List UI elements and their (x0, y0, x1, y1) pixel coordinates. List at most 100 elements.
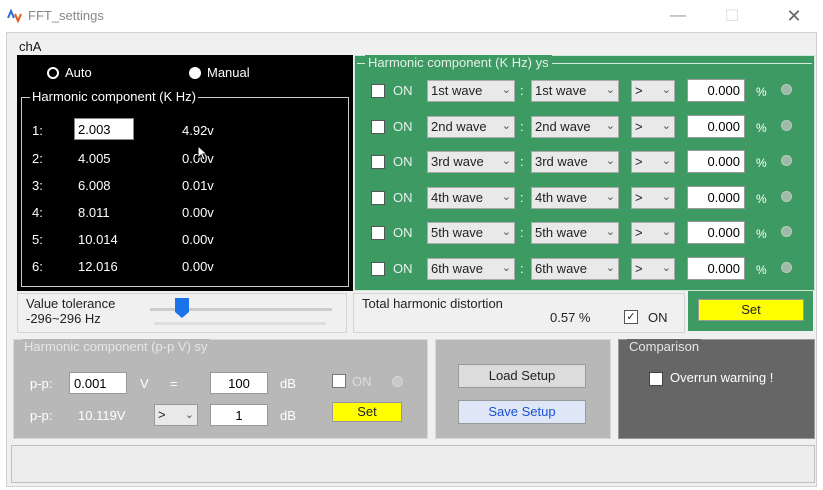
wave-percent-unit: % (756, 263, 767, 277)
wave-on-checkbox[interactable] (371, 120, 385, 134)
overrun-warning-checkbox[interactable] (649, 372, 663, 386)
tolerance-label: Value tolerance (26, 296, 116, 311)
wave-operator-select[interactable]: > ⌄ (631, 222, 675, 244)
wave-on-checkbox[interactable] (371, 226, 385, 240)
wave-percent-input[interactable] (687, 115, 745, 138)
wave-b-select[interactable]: 1st wave ⌄ (531, 80, 619, 102)
chevron-down-icon: ⌄ (605, 226, 615, 238)
wave-b-value: 6th wave (535, 261, 588, 276)
pp-voltage-input[interactable] (69, 372, 127, 394)
wave-on-checkbox[interactable] (371, 262, 385, 276)
pp-reading: 10.119V (78, 408, 126, 423)
wave-a-select[interactable]: 1st wave ⌄ (427, 80, 515, 102)
wave-on-label: ON (393, 119, 413, 134)
maximize-button[interactable]: ☐ (712, 4, 752, 28)
wave-b-select[interactable]: 3rd wave ⌄ (531, 151, 619, 173)
pp-operator-select[interactable]: > ⌄ (154, 404, 198, 426)
wave-percent-input[interactable] (687, 186, 745, 209)
wave-status-led (781, 155, 792, 166)
pp-set-button[interactable]: Set (332, 402, 402, 422)
manual-radio[interactable]: Manual (189, 65, 250, 80)
wave-operator-value: > (635, 190, 643, 205)
wave-operator-select[interactable]: > ⌄ (631, 258, 675, 280)
thd-set-container: Set (688, 291, 813, 331)
mouse-cursor-icon (197, 145, 209, 161)
pp-label-1: p-p: (30, 376, 53, 391)
thd-label: Total harmonic distortion (362, 296, 503, 311)
harmonic-index: 1: (32, 122, 43, 138)
wave-b-value: 5th wave (535, 225, 588, 240)
wave-operator-select[interactable]: > ⌄ (631, 80, 675, 102)
wave-b-select[interactable]: 2nd wave ⌄ (531, 116, 619, 138)
pp-db-unit-1: dB (280, 376, 296, 391)
wave-percent-unit: % (756, 85, 767, 99)
tolerance-range: -296~296 Hz (26, 311, 101, 326)
comparison-legend: Comparison (627, 339, 702, 354)
minimize-button[interactable]: — (658, 4, 698, 28)
wave-percent-input[interactable] (687, 79, 745, 102)
wave-percent-input[interactable] (687, 150, 745, 173)
thd-set-button[interactable]: Set (698, 299, 804, 321)
wave-a-select[interactable]: 6th wave ⌄ (427, 258, 515, 280)
thd-on-checkbox[interactable]: ✓ (624, 310, 638, 324)
wave-a-value: 5th wave (431, 225, 484, 240)
wave-colon: : (520, 83, 524, 98)
auto-radio[interactable]: Auto (47, 65, 92, 80)
wave-on-label: ON (393, 154, 413, 169)
status-bar (11, 445, 815, 483)
wave-b-select[interactable]: 4th wave ⌄ (531, 187, 619, 209)
wave-b-value: 3rd wave (535, 154, 588, 169)
wave-status-led (781, 226, 792, 237)
wave-a-value: 6th wave (431, 261, 484, 276)
wave-percent-input[interactable] (687, 257, 745, 280)
tolerance-group: Value tolerance -296~296 Hz (17, 293, 347, 333)
pp-db-input-2[interactable] (210, 404, 268, 426)
harmonic-khz-group: Harmonic component (K Hz) 1: 4.92v 2: 4.… (21, 89, 349, 287)
wave-operator-value: > (635, 225, 643, 240)
wave-percent-input[interactable] (687, 221, 745, 244)
close-button[interactable]: ✕ (774, 4, 814, 28)
pp-db-input-1[interactable] (210, 372, 268, 394)
wave-b-value: 1st wave (535, 83, 587, 98)
harmonic-1-freq-input[interactable] (74, 118, 134, 140)
wave-a-select[interactable]: 5th wave ⌄ (427, 222, 515, 244)
harmonic-frequency: 4.005 (78, 150, 111, 166)
wave-on-checkbox[interactable] (371, 155, 385, 169)
wave-percent-unit: % (756, 156, 767, 170)
wave-a-select[interactable]: 3rd wave ⌄ (427, 151, 515, 173)
harmonic-amplitude: 0.00v (182, 258, 214, 274)
wave-operator-value: > (635, 119, 643, 134)
wave-b-select[interactable]: 5th wave ⌄ (531, 222, 619, 244)
pp-on-checkbox[interactable] (332, 374, 346, 388)
tolerance-slider-thumb[interactable] (175, 298, 189, 318)
wave-operator-select[interactable]: > ⌄ (631, 151, 675, 173)
harmonic-index: 4: (32, 204, 43, 220)
wave-on-checkbox[interactable] (371, 191, 385, 205)
harmonic-frequency: 8.011 (78, 204, 110, 220)
pp-equals: = (170, 376, 178, 391)
wave-colon: : (520, 190, 524, 205)
chevron-down-icon: ⌄ (661, 262, 671, 274)
harmonic-amplitude: 0.00v (182, 231, 214, 247)
wave-a-value: 2nd wave (431, 119, 487, 134)
wave-operator-value: > (635, 261, 643, 276)
save-setup-button[interactable]: Save Setup (458, 400, 586, 424)
harmonic-amplitude: 4.92v (182, 122, 214, 138)
app-icon (7, 8, 22, 24)
wave-a-select[interactable]: 2nd wave ⌄ (427, 116, 515, 138)
wave-operator-select[interactable]: > ⌄ (631, 116, 675, 138)
manual-radio-dot (189, 66, 201, 79)
window-client: chA Auto Manual Harmonic component (K Hz… (6, 32, 817, 487)
wave-on-label: ON (393, 83, 413, 98)
wave-a-select[interactable]: 4th wave ⌄ (427, 187, 515, 209)
pp-label-2: p-p: (30, 408, 53, 423)
wave-operator-select[interactable]: > ⌄ (631, 187, 675, 209)
wave-on-label: ON (393, 261, 413, 276)
wave-on-checkbox[interactable] (371, 84, 385, 98)
chevron-down-icon: ⌄ (501, 155, 511, 167)
wave-b-select[interactable]: 6th wave ⌄ (531, 258, 619, 280)
chevron-down-icon: ⌄ (661, 155, 671, 167)
channel-label: chA (19, 39, 42, 54)
wave-condition-row-2: ON2nd wave⌄:2nd wave⌄>⌄% (365, 115, 805, 139)
load-setup-button[interactable]: Load Setup (458, 364, 586, 388)
